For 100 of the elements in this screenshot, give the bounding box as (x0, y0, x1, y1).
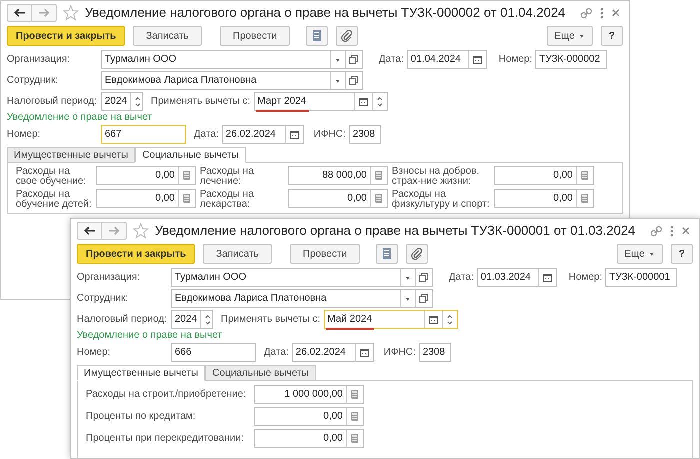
calculator-icon (350, 410, 360, 422)
field-label: Номер: (77, 346, 112, 360)
input-field[interactable]: 01.03.2024 (476, 268, 557, 287)
input-field[interactable]: 2308 (348, 125, 381, 144)
calculator-icon (182, 170, 192, 181)
attach-button[interactable] (336, 26, 358, 46)
list-icon (312, 30, 322, 42)
window-title: Уведомление налогового органа о праве на вычеты ТУЗК-000001 от 01.03.2024 (155, 222, 636, 240)
field-label: Проценты при перекредитовании: (86, 432, 245, 446)
more-icon[interactable] (669, 224, 675, 238)
field-label: Расходы на лекарства: (200, 189, 256, 210)
input-field[interactable]: ТУЗК-000001 (605, 268, 678, 287)
spinner-icon (446, 314, 454, 326)
paperclip-icon (411, 248, 424, 260)
field-label: Взносы на добров. страх-ние жизни: (392, 166, 481, 187)
tab[interactable]: Имущественные вычеты (77, 365, 206, 381)
calculator-icon (350, 388, 360, 400)
calculator-icon (374, 170, 384, 181)
field-label: Расходы на строит./приобретение: (86, 388, 248, 402)
help-button[interactable]: ? (671, 244, 693, 264)
input-field[interactable]: ТУЗК-000002 (535, 50, 608, 69)
input-field[interactable]: 2024 (101, 92, 143, 111)
toolbar-button[interactable]: Записать (203, 244, 272, 264)
input-field[interactable]: 26.02.2024 (292, 343, 374, 362)
calendar-icon (358, 96, 369, 107)
field-label: Сотрудник: (77, 292, 130, 306)
tab[interactable]: Социальные вычеты (135, 147, 246, 163)
field-label: Расходы на физкультуру и спорт: (392, 189, 490, 210)
field-label: Сотрудник: (7, 74, 60, 88)
input-field[interactable]: 0,00 (494, 189, 594, 208)
calculator-icon (182, 193, 192, 204)
section-heading: Уведомление о праве на вычет (7, 112, 152, 124)
tab[interactable]: Социальные вычеты (205, 365, 316, 381)
forward-arrow-icon (38, 8, 50, 18)
list-button[interactable] (376, 244, 398, 264)
attach-button[interactable] (406, 244, 428, 264)
input-field[interactable]: 0,00 (96, 166, 196, 185)
section-heading: Уведомление о праве на вычет (77, 330, 222, 342)
field-label: Организация: (7, 53, 72, 67)
more-button[interactable]: Еще (616, 244, 663, 264)
paperclip-icon (341, 30, 354, 42)
input-field[interactable]: 1 000 000,00 (254, 384, 364, 404)
input-field[interactable]: 667 (101, 125, 186, 144)
field-label: Налоговый период: (77, 313, 168, 327)
toolbar-button[interactable]: Провести (290, 244, 360, 264)
input-field[interactable]: Турмалин ООО (101, 50, 363, 69)
toolbar-button[interactable]: Провести и закрыть (7, 26, 126, 46)
list-icon (382, 248, 392, 260)
field-label: Дата: (194, 128, 219, 142)
close-icon[interactable] (611, 8, 621, 18)
back-arrow-icon (14, 8, 26, 18)
field-label: Расходы на лечение: (200, 166, 256, 187)
input-field[interactable]: 0,00 (288, 189, 388, 208)
input-field[interactable]: 01.04.2024 (406, 50, 487, 69)
list-button[interactable] (306, 26, 328, 46)
open-icon (349, 54, 359, 65)
input-field[interactable]: Турмалин ООО (171, 268, 433, 287)
link-icon[interactable] (650, 224, 663, 238)
field-label: Применять вычеты с: (151, 95, 251, 109)
calendar-icon (542, 272, 553, 283)
toolbar-button[interactable]: Провести и закрыть (77, 244, 196, 264)
input-field[interactable]: 0,00 (254, 428, 364, 448)
input-field[interactable]: 0,00 (494, 166, 594, 185)
calendar-icon (358, 347, 370, 358)
star-icon[interactable] (133, 223, 149, 239)
input-field[interactable]: 0,00 (254, 406, 364, 426)
toolbar-button[interactable]: Записать (133, 26, 202, 46)
input-field[interactable]: 2024 (171, 310, 213, 329)
input-field[interactable]: 2308 (418, 343, 451, 362)
forward-arrow-icon (108, 226, 120, 236)
open-icon (419, 293, 429, 304)
field-label: Дата: (264, 346, 289, 360)
spinner-icon (204, 314, 212, 326)
input-field[interactable]: 666 (171, 343, 256, 362)
more-icon[interactable] (599, 6, 605, 20)
field-label: Организация: (77, 271, 142, 285)
input-field[interactable]: Март 2024 (254, 92, 388, 111)
field-label: Налоговый период: (7, 95, 98, 109)
calculator-icon (350, 432, 360, 444)
window-title: Уведомление налогового органа о праве на вычеты ТУЗК-000002 от 01.04.2024 (85, 4, 566, 22)
input-field[interactable]: Евдокимова Лариса Платоновна (171, 289, 433, 308)
input-field[interactable]: 26.02.2024 (222, 125, 304, 144)
open-icon (349, 75, 359, 86)
field-label: Номер: (498, 53, 532, 67)
toolbar-button[interactable]: Провести (220, 26, 290, 46)
calendar-icon (428, 314, 439, 325)
field-label: Дата: (449, 271, 474, 285)
input-field[interactable]: 0,00 (96, 189, 196, 208)
link-icon[interactable] (580, 6, 593, 20)
more-button[interactable]: Еще (546, 26, 593, 46)
spinner-icon (376, 96, 384, 108)
star-icon[interactable] (63, 5, 79, 21)
input-field[interactable]: Май 2024 (324, 310, 458, 329)
input-field[interactable]: 88 000,00 (288, 166, 388, 185)
input-field[interactable]: Евдокимова Лариса Платоновна (101, 71, 363, 90)
calendar-icon (288, 129, 300, 140)
close-icon[interactable] (681, 226, 691, 236)
help-button[interactable]: ? (601, 26, 623, 46)
tab[interactable]: Имущественные вычеты (7, 147, 136, 163)
open-icon (419, 272, 429, 283)
